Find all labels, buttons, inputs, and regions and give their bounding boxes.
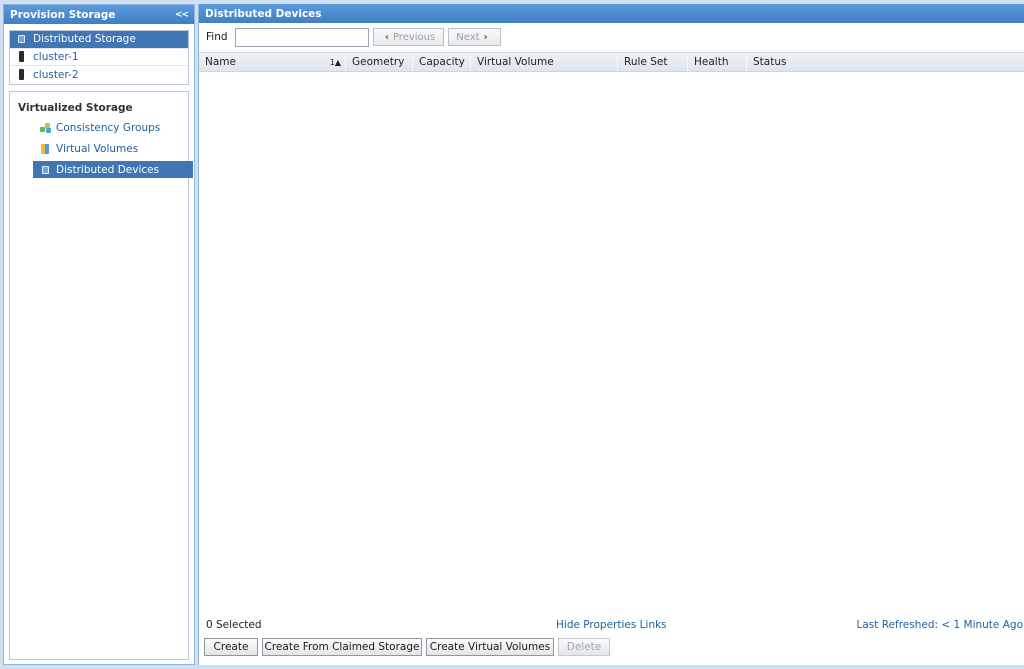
- virtualized-storage-section: Virtualized Storage Consistency Groups V…: [9, 91, 193, 660]
- devices-table-body: [199, 72, 1024, 616]
- storage-item-label: cluster-2: [33, 68, 79, 81]
- provision-storage-header: Provision Storage <<: [4, 5, 194, 24]
- delete-button[interactable]: Delete: [558, 638, 610, 656]
- distributed-devices-header: Distributed Devices: [199, 4, 1024, 23]
- virtualized-storage-title: Virtualized Storage: [18, 102, 133, 114]
- action-bar: Create Create From Claimed Storage Creat…: [204, 638, 614, 656]
- cluster-icon: [16, 69, 26, 81]
- nav-item-label: Distributed Devices: [56, 163, 160, 176]
- storage-item-distributed-storage[interactable]: Distributed Storage: [10, 31, 188, 49]
- selected-count: 0 Selected: [206, 619, 262, 631]
- find-toolbar: Find ‹ Previous Next ›: [199, 23, 1024, 51]
- column-header-name[interactable]: Name 1▲: [199, 53, 346, 71]
- storage-item-cluster-1[interactable]: cluster-1: [10, 49, 188, 66]
- table-header: Name 1▲ Geometry Capacity Virtual Volume…: [199, 52, 1024, 72]
- previous-button[interactable]: ‹ Previous: [372, 28, 444, 46]
- next-label: Next: [456, 31, 480, 43]
- find-input[interactable]: [234, 27, 369, 47]
- last-refreshed: Last Refreshed: < 1 Minute Ago: [856, 619, 1024, 631]
- column-header-rule-set[interactable]: Rule Set: [618, 53, 688, 71]
- create-virtual-volumes-button[interactable]: Create Virtual Volumes: [426, 638, 554, 656]
- storage-item-cluster-2[interactable]: cluster-2: [10, 66, 188, 84]
- nav-item-consistency-groups[interactable]: Consistency Groups: [33, 119, 193, 136]
- provision-storage-title: Provision Storage: [10, 8, 116, 21]
- distributed-storage-icon: [16, 35, 26, 44]
- column-name-label: Name: [205, 56, 236, 68]
- distributed-devices-icon: [39, 165, 51, 174]
- virtual-volumes-icon: [39, 143, 51, 154]
- chevron-left-icon: ‹: [384, 31, 389, 43]
- hide-properties-links[interactable]: Hide Properties Links: [556, 619, 667, 631]
- consistency-groups-icon: [39, 123, 51, 133]
- nav-item-virtual-volumes[interactable]: Virtual Volumes: [33, 140, 193, 157]
- find-label: Find: [206, 31, 228, 43]
- column-header-status[interactable]: Status: [747, 53, 1024, 71]
- previous-label: Previous: [392, 31, 436, 43]
- provision-storage-panel: Provision Storage << Distributed Storage…: [3, 4, 195, 665]
- column-header-geometry[interactable]: Geometry: [346, 53, 413, 71]
- sort-ascending-icon: 1▲: [329, 57, 341, 67]
- page-title: Distributed Devices: [205, 7, 322, 20]
- create-button[interactable]: Create: [204, 638, 258, 656]
- column-header-virtual-volume[interactable]: Virtual Volume: [471, 53, 618, 71]
- storage-item-label: Distributed Storage: [33, 33, 136, 46]
- collapse-panel-button[interactable]: <<: [175, 10, 189, 20]
- create-from-claimed-storage-button[interactable]: Create From Claimed Storage: [262, 638, 422, 656]
- nav-item-label: Consistency Groups: [56, 121, 161, 134]
- storage-list: Distributed Storage cluster-1 cluster-2: [9, 30, 189, 85]
- status-bar: 0 Selected Hide Properties Links Last Re…: [199, 618, 1024, 632]
- column-header-health[interactable]: Health: [688, 53, 747, 71]
- column-header-capacity[interactable]: Capacity: [413, 53, 471, 71]
- chevron-right-icon: ›: [483, 31, 488, 43]
- storage-item-label: cluster-1: [33, 50, 79, 63]
- nav-item-label: Virtual Volumes: [56, 142, 139, 155]
- next-button[interactable]: Next ›: [447, 28, 501, 46]
- nav-item-distributed-devices[interactable]: Distributed Devices: [33, 161, 193, 178]
- cluster-icon: [16, 51, 26, 63]
- distributed-devices-panel: Distributed Devices Find ‹ Previous Next…: [198, 4, 1024, 665]
